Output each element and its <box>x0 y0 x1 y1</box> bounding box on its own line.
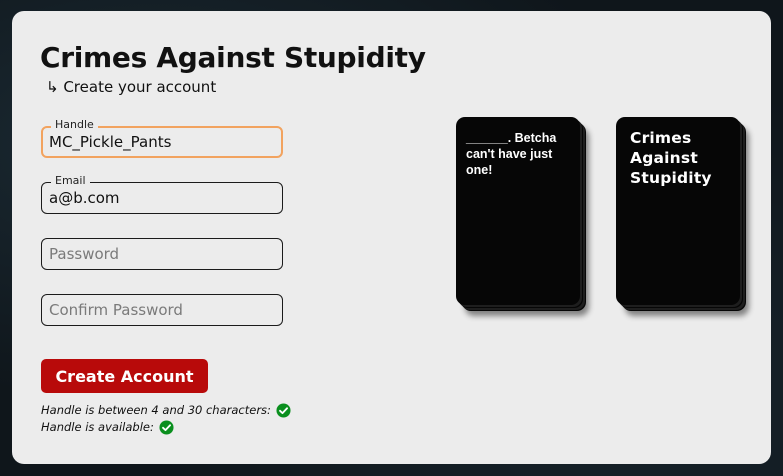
black-card-text: ______. Betcha can't have just one! <box>466 131 557 177</box>
confirm-password-field[interactable] <box>41 294 283 326</box>
handle-input[interactable] <box>49 128 277 156</box>
password-field[interactable] <box>41 238 283 270</box>
page-subtitle: ↳ Create your account <box>46 78 217 96</box>
handle-field[interactable]: Handle <box>41 118 283 158</box>
email-input[interactable] <box>49 183 277 213</box>
create-account-button[interactable]: Create Account <box>41 359 208 393</box>
page-title: Crimes Against Stupidity <box>40 41 426 74</box>
confirm-password-input[interactable] <box>49 295 277 325</box>
check-circle-icon <box>276 402 291 418</box>
email-field[interactable]: Email <box>41 174 283 214</box>
password-input[interactable] <box>49 239 277 269</box>
black-card: ______. Betcha can't have just one! <box>456 117 580 305</box>
validation-handle-available: Handle is available: <box>41 419 174 435</box>
validation-text: Handle is available: <box>41 420 154 434</box>
validation-handle-length: Handle is between 4 and 30 characters: <box>41 402 291 418</box>
brand-card: Crimes Against Stupidity <box>616 117 740 305</box>
brand-card-logo: Crimes Against Stupidity <box>630 129 712 187</box>
signup-panel: Crimes Against Stupidity ↳ Create your a… <box>12 11 771 464</box>
validation-text: Handle is between 4 and 30 characters: <box>41 403 271 417</box>
check-circle-icon <box>159 419 174 435</box>
